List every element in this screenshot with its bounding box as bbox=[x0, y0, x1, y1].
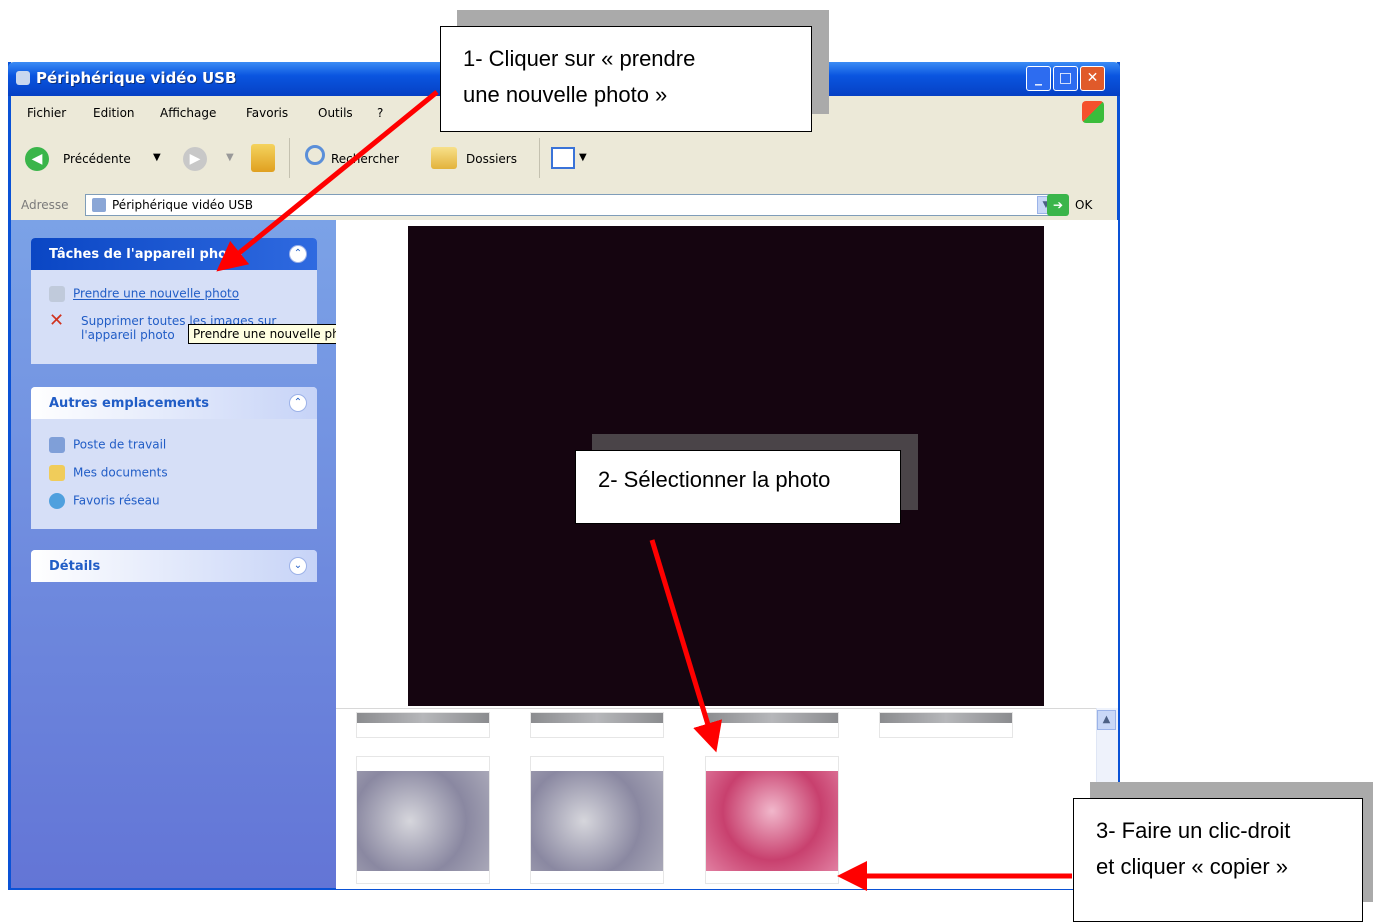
arrow-to-select-photo bbox=[649, 539, 723, 753]
annotation-arrows bbox=[216, 90, 1072, 891]
arrow-to-take-photo bbox=[216, 90, 439, 272]
